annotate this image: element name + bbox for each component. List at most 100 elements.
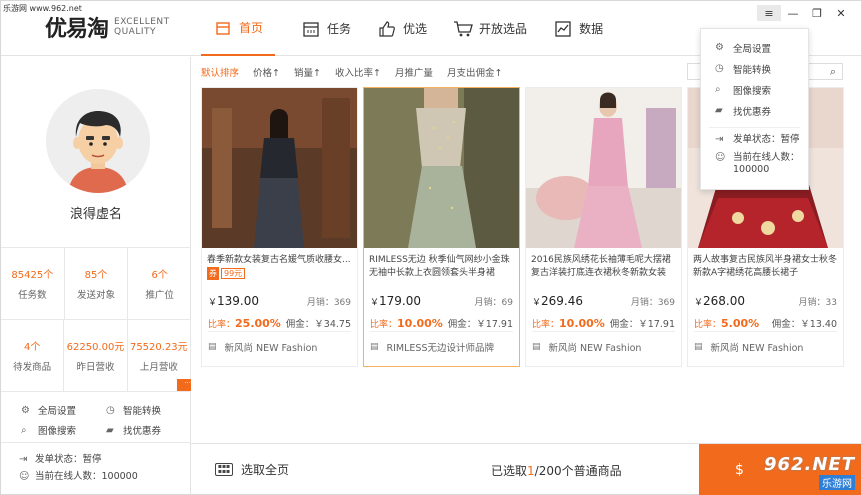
tab-open-selection[interactable]: 开放选品 xyxy=(453,1,527,56)
stat-value: 85个 xyxy=(84,270,108,281)
online-users-text: 当前在线人数：100000 xyxy=(35,471,138,482)
rate-label: 比率： xyxy=(532,320,560,330)
sort-price[interactable]: 价格↑ xyxy=(253,65,280,79)
product-title[interactable]: 两人故事复古民族风半身裙女士秋冬新款A字裙绣花高腰长裙子 xyxy=(693,254,838,280)
sort-income-rate[interactable]: 收入比率↑ xyxy=(335,65,381,79)
sort-default[interactable]: 默认排序 xyxy=(201,65,239,79)
sidebar-item-settings[interactable]: ⚙ 全局设置 xyxy=(11,403,96,418)
stat-value: 6个 xyxy=(151,270,168,281)
stat-task-count: 85425个 任务数 xyxy=(1,248,65,319)
avatar-illustration xyxy=(46,89,150,193)
logo-subtitle: EXCELLENT QUALITY xyxy=(114,17,170,37)
rate-label: 比率： xyxy=(370,320,398,330)
monthly-sales: 月销：369 xyxy=(306,298,351,308)
product-price: ￥139.00 xyxy=(208,294,259,308)
shop-name[interactable]: ▤ RIMLESS无边设计师品牌 xyxy=(370,340,494,354)
menu-button[interactable]: ≡ xyxy=(757,5,781,21)
coupon-badge: 券 xyxy=(207,267,219,280)
product-card[interactable]: RIMLESS无边 秋季仙气网纱小金珠无袖中长款上衣圆领套头半身裙 ￥179.0… xyxy=(363,87,520,367)
online-users: ☺ 当前在线人数：100000 xyxy=(19,468,138,485)
sidebar-item-image-search[interactable]: ⌕ 图像搜索 xyxy=(11,423,96,438)
price-row: ￥139.00 月销：369 xyxy=(202,280,357,308)
menu-item-image-search[interactable]: ⌕ 图像搜索 xyxy=(701,79,808,100)
sidebar-quick-links: ⚙ 全局设置 ◷ 智能转换 ⌕ 图像搜索 ▰ 找优惠券 xyxy=(1,397,191,443)
sidebar-item-smart-convert[interactable]: ◷ 智能转换 xyxy=(96,403,181,418)
shop-name-text: 新风尚 NEW Fashion xyxy=(548,343,642,354)
sidebar-status: ⇥ 发单状态：暂停 ☺ 当前在线人数：100000 xyxy=(19,451,138,485)
tab-tasks[interactable]: 任务 xyxy=(301,1,351,56)
tab-data-label: 数据 xyxy=(579,22,604,36)
minimize-button[interactable]: — xyxy=(781,5,805,21)
product-title[interactable]: 2016民族风绣花长袖薄毛呢大摆裙复古洋装打底连衣裙秋冬新款女装 xyxy=(531,254,676,280)
selection-suffix: /200个普通商品 xyxy=(534,464,622,478)
tab-data[interactable]: 数据 xyxy=(553,1,603,56)
monthly-sales: 月销：33 xyxy=(798,298,837,308)
stat-value: 85425个 xyxy=(11,270,54,281)
shop-icon: ▤ xyxy=(532,342,541,352)
close-button[interactable]: ✕ xyxy=(829,5,853,21)
money-bag-icon: $ xyxy=(735,462,744,478)
menu-item-settings[interactable]: ⚙ 全局设置 xyxy=(701,37,808,58)
selection-number: 1 xyxy=(527,464,535,478)
tab-home-label: 首页 xyxy=(239,21,264,35)
tab-home[interactable]: 首页 xyxy=(201,1,276,56)
dropdown-status: ⇥ 发单状态：暂停 ☺ 当前在线人数： 100000 xyxy=(701,134,808,176)
user-icon: ☺ xyxy=(715,152,726,163)
app-window: 乐游网 www.962.net 优易淘 EXCELLENT QUALITY 首页… xyxy=(0,0,862,495)
rate-label: 比率： xyxy=(694,320,722,330)
sidebar-item-label: 智能转换 xyxy=(123,406,162,417)
home-icon xyxy=(213,18,233,38)
rate-value: 10.00% xyxy=(559,317,605,330)
product-image[interactable] xyxy=(364,88,519,248)
stat-label: 上月营收 xyxy=(139,362,178,373)
more-stats-icon[interactable]: ··· xyxy=(177,379,191,391)
send-icon: ⇥ xyxy=(19,454,28,465)
gear-icon: ⚙ xyxy=(715,42,724,53)
shop-name[interactable]: ▤ 新风尚 NEW Fashion xyxy=(532,340,641,354)
watermark-text: 乐游网 xyxy=(819,475,855,490)
send-status: ⇥ 发单状态：暂停 xyxy=(19,451,138,468)
shop-name-text: RIMLESS无边设计师品牌 xyxy=(386,343,494,354)
avatar[interactable] xyxy=(46,89,150,193)
product-title[interactable]: RIMLESS无边 秋季仙气网纱小金珠无袖中长款上衣圆领套头半身裙 xyxy=(369,254,514,280)
bottom-bar: ▪▪▪ ▪▪▪ 选取全页 已选取1/200个普通商品 $ xyxy=(191,443,861,495)
sort-monthly-promotion[interactable]: 月推广量 xyxy=(395,65,433,79)
shop-name[interactable]: ▤ 新风尚 NEW Fashion xyxy=(694,340,803,354)
tab-featured[interactable]: 优选 xyxy=(377,1,427,56)
divider xyxy=(208,331,351,332)
rate-value: 5.00% xyxy=(721,317,760,330)
user-icon: ☺ xyxy=(19,471,30,482)
price-value: 269.46 xyxy=(541,294,584,308)
shop-name[interactable]: ▤ 新风尚 NEW Fashion xyxy=(208,340,317,354)
commission-amount: 佣金：￥17.91 xyxy=(447,319,513,330)
product-price: ￥179.00 xyxy=(370,294,421,308)
rate-row: 比率：10.00% 佣金：￥17.91 xyxy=(526,316,681,330)
stat-value: 62250.00元 xyxy=(66,342,125,353)
search-icon[interactable]: ⌕ xyxy=(830,65,836,79)
product-card[interactable]: 春季新款女装复古名媛气质收腰女... 券 99元 ￥139.00 月销：369 比… xyxy=(201,87,358,367)
product-price: ￥268.00 xyxy=(694,294,745,308)
send-status: ⇥ 发单状态：暂停 xyxy=(715,134,808,146)
sort-sales[interactable]: 销量↑ xyxy=(294,65,321,79)
currency-symbol: ￥ xyxy=(208,298,218,308)
sidebar-item-coupons[interactable]: ▰ 找优惠券 xyxy=(96,423,181,438)
clock-icon: ◷ xyxy=(106,404,115,416)
settings-dropdown: ⚙ 全局设置 ◷ 智能转换 ⌕ 图像搜索 ▰ 找优惠券 ⇥ 发单状态：暂停 ☺ … xyxy=(700,28,809,190)
menu-item-label: 图像搜索 xyxy=(733,85,772,97)
search-icon: ⌕ xyxy=(21,424,27,436)
product-image[interactable] xyxy=(526,88,681,248)
product-image[interactable] xyxy=(202,88,357,248)
currency-symbol: ￥ xyxy=(694,298,704,308)
restore-button[interactable]: ❐ xyxy=(805,5,829,21)
sort-monthly-commission[interactable]: 月支出佣金↑ xyxy=(447,65,502,79)
tab-tasks-label: 任务 xyxy=(327,22,352,36)
product-card[interactable]: 2016民族风绣花长袖薄毛呢大摆裙复古洋装打底连衣裙秋冬新款女装 ￥269.46… xyxy=(525,87,682,367)
price-row: ￥179.00 月销：69 xyxy=(364,280,519,308)
logo-subtitle-line1: EXCELLENT xyxy=(114,17,170,27)
online-users-value: 100000 xyxy=(733,164,770,175)
menu-item-smart-convert[interactable]: ◷ 智能转换 xyxy=(701,58,808,79)
product-title[interactable]: 春季新款女装复古名媛气质收腰女... 券 99元 xyxy=(207,254,352,280)
select-all-button[interactable]: ▪▪▪ ▪▪▪ 选取全页 xyxy=(215,461,289,478)
watermark-bottom: 962.NET 乐游网 xyxy=(764,454,855,490)
menu-item-coupons[interactable]: ▰ 找优惠券 xyxy=(701,100,808,121)
